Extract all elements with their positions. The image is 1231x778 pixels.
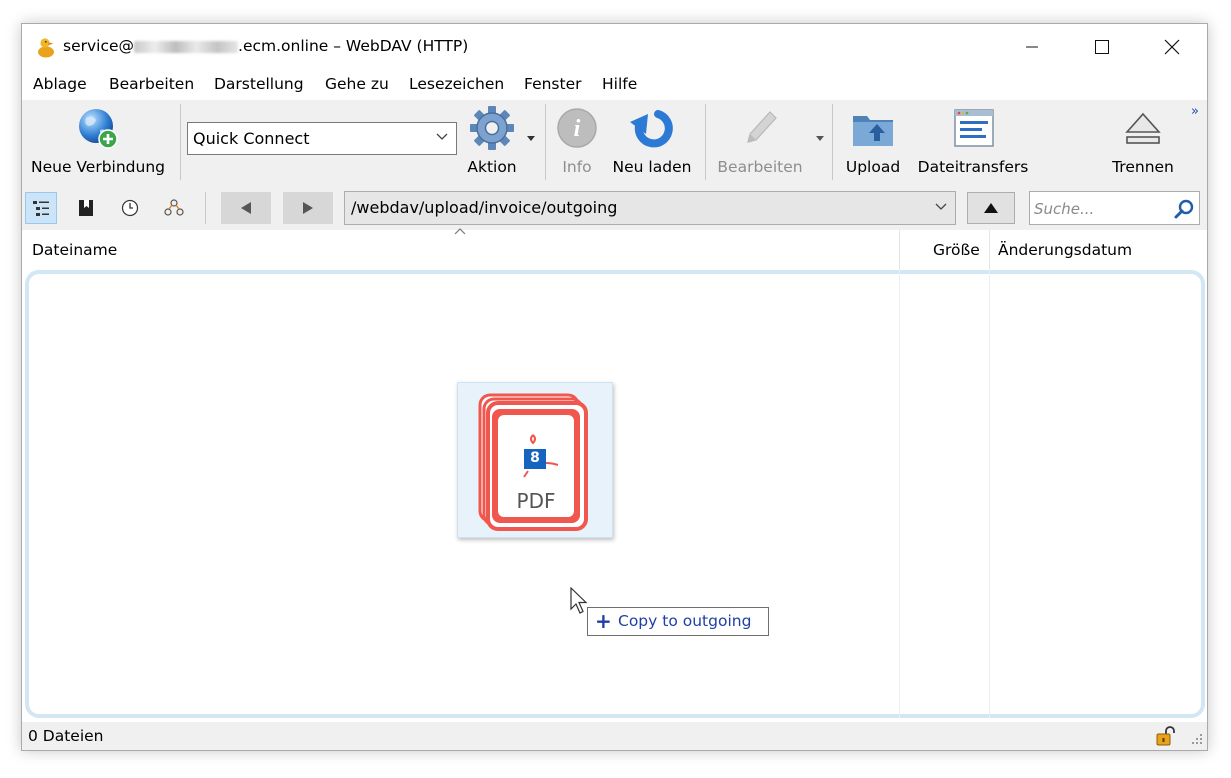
clock-icon <box>121 199 139 217</box>
quick-connect-value: Quick Connect <box>193 129 310 148</box>
menu-darstellung[interactable]: Darstellung <box>214 75 304 93</box>
pdf-badge-number: 8 <box>530 450 540 466</box>
column-divider[interactable] <box>989 230 990 270</box>
column-guide-line <box>989 270 990 718</box>
up-arrow-icon <box>984 203 998 213</box>
nav-separator <box>205 192 206 224</box>
column-guide-line <box>899 270 900 718</box>
reload-label: Neu laden <box>612 158 692 176</box>
search-placeholder: Suche... <box>1034 200 1095 218</box>
info-label: Info <box>562 158 592 176</box>
action-dropdown-arrow-icon[interactable] <box>527 136 535 142</box>
column-modified[interactable]: Änderungsdatum <box>998 241 1132 259</box>
toolbar-separator <box>545 104 546 180</box>
bonjour-button[interactable] <box>158 192 190 224</box>
status-bar: 0 Dateien <box>22 722 1207 750</box>
menu-bar: Ablage Bearbeiten Darstellung Gehe zu Le… <box>22 70 1207 100</box>
new-connection-button[interactable]: Neue Verbindung <box>28 104 168 182</box>
reload-button[interactable]: Neu laden <box>608 104 696 182</box>
globe-add-icon <box>79 109 118 149</box>
column-divider[interactable] <box>899 230 900 270</box>
new-connection-label: Neue Verbindung <box>30 158 166 176</box>
bonjour-icon <box>164 199 184 216</box>
back-arrow-icon <box>241 202 251 214</box>
close-button[interactable] <box>1137 24 1207 70</box>
maximize-icon <box>1095 40 1109 54</box>
info-button[interactable]: i Info <box>552 104 602 182</box>
menu-fenster[interactable]: Fenster <box>524 75 582 93</box>
maximize-button[interactable] <box>1067 24 1137 70</box>
forward-arrow-icon <box>303 202 313 214</box>
copy-tooltip-text: Copy to outgoing <box>618 612 752 630</box>
navigation-bar: /webdav/upload/invoice/outgoing Suche... <box>22 185 1207 230</box>
dragged-file: 8 PDF <box>457 382 613 538</box>
toolbar-separator <box>180 104 181 180</box>
info-icon: i <box>557 108 597 148</box>
edit-button[interactable]: Bearbeiten <box>712 104 808 182</box>
reload-icon <box>630 110 673 148</box>
history-button[interactable] <box>114 192 146 224</box>
file-list-drop-target[interactable] <box>25 270 1205 718</box>
redacted-host <box>134 40 239 53</box>
pencil-icon <box>747 111 777 143</box>
path-combo[interactable]: /webdav/upload/invoice/outgoing <box>344 191 956 225</box>
transfers-label: Dateitransfers <box>917 158 1029 176</box>
app-window: service@ .ecm.online – WebDAV (HTTP) Abla… <box>21 23 1208 751</box>
minimize-icon <box>1026 46 1038 48</box>
duck-app-icon <box>38 38 54 58</box>
upload-button[interactable]: Upload <box>842 104 904 182</box>
back-button[interactable] <box>221 192 271 224</box>
browser-view-button[interactable] <box>25 192 57 224</box>
menu-hilfe[interactable]: Hilfe <box>602 75 637 93</box>
title-bar: service@ .ecm.online – WebDAV (HTTP) <box>22 24 1207 70</box>
column-size[interactable]: Größe <box>933 241 980 259</box>
toolbar-separator <box>705 104 706 180</box>
edit-dropdown-arrow-icon[interactable] <box>816 136 824 142</box>
edit-label: Bearbeiten <box>717 158 803 176</box>
menu-lesezeichen[interactable]: Lesezeichen <box>409 75 504 93</box>
menu-bearbeiten[interactable]: Bearbeiten <box>109 75 194 93</box>
toolbar-overflow-button[interactable]: » <box>1191 104 1199 119</box>
unlocked-padlock-icon[interactable] <box>1155 726 1177 746</box>
close-icon <box>1164 39 1180 55</box>
minimize-button[interactable] <box>997 24 1067 70</box>
chevron-down-icon <box>436 133 448 140</box>
forward-button[interactable] <box>283 192 333 224</box>
gear-icon <box>470 106 514 150</box>
path-value: /webdav/upload/invoice/outgoing <box>351 198 618 217</box>
toolbar-separator <box>832 104 833 180</box>
sort-ascending-icon <box>454 228 466 235</box>
quick-connect-combo[interactable]: Quick Connect <box>187 122 457 155</box>
bookmarks-button[interactable] <box>70 192 102 224</box>
copy-plus-icon: + <box>595 609 612 633</box>
file-count: 0 Dateien <box>28 727 104 745</box>
disconnect-button[interactable]: Trennen <box>1108 104 1178 182</box>
chevron-down-icon <box>935 203 947 210</box>
search-field[interactable]: Suche... <box>1029 191 1200 225</box>
disconnect-label: Trennen <box>1112 158 1174 176</box>
drag-drop-tooltip: + Copy to outgoing <box>587 607 769 636</box>
eject-icon <box>1125 112 1161 144</box>
action-button[interactable]: Aktion <box>462 104 522 182</box>
action-label: Aktion <box>467 158 517 176</box>
menu-gehe-zu[interactable]: Gehe zu <box>325 75 389 93</box>
bookmark-icon <box>79 200 93 216</box>
toolbar: Neue Verbindung Quick Connect Aktion i I… <box>22 100 1207 185</box>
pdf-type-label: PDF <box>516 489 556 513</box>
resize-grip-icon[interactable] <box>1188 730 1204 746</box>
upload-label: Upload <box>845 158 901 176</box>
folder-upload-icon <box>853 116 893 146</box>
transfers-window-icon <box>954 109 994 147</box>
svg-text:i: i <box>574 116 581 142</box>
tree-list-icon <box>33 201 49 216</box>
window-title: service@ .ecm.online – WebDAV (HTTP) <box>63 37 469 55</box>
search-icon[interactable] <box>1173 198 1195 220</box>
transfers-button[interactable]: Dateitransfers <box>918 104 1028 182</box>
parent-directory-button[interactable] <box>967 192 1015 224</box>
menu-ablage[interactable]: Ablage <box>33 75 87 93</box>
column-filename[interactable]: Dateiname <box>32 241 117 259</box>
column-header: Dateiname Größe Änderungsdatum <box>22 228 1207 270</box>
